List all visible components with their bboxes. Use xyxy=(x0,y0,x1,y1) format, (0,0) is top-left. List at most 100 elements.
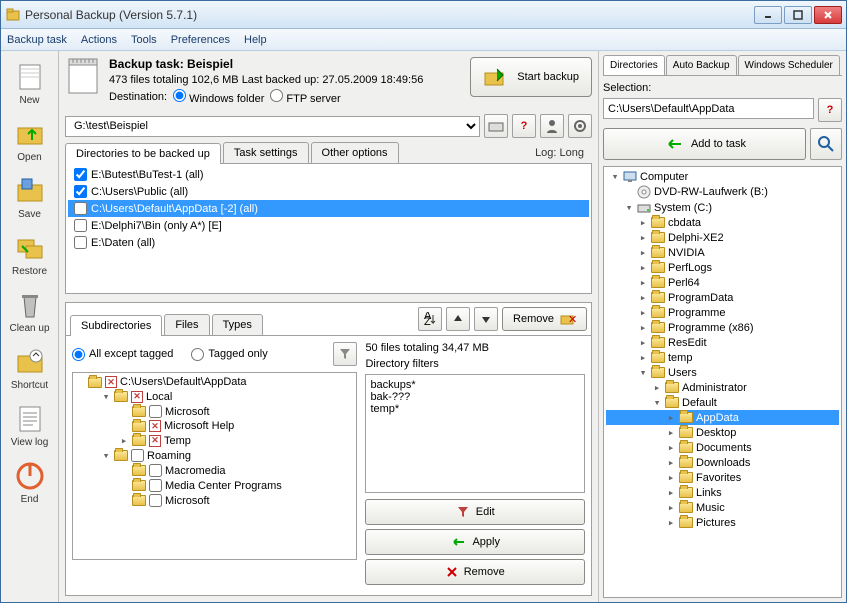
fs-node[interactable]: ▸ Programme xyxy=(606,305,839,320)
maximize-button[interactable] xyxy=(784,6,812,24)
tree-node[interactable]: Microsoft xyxy=(75,493,354,508)
menu-backup-task[interactable]: Backup task xyxy=(7,34,67,46)
fs-node[interactable]: ▸ Links xyxy=(606,485,839,500)
fs-node[interactable]: ▸ Desktop xyxy=(606,425,839,440)
fs-node[interactable]: ▸ cbdata xyxy=(606,215,839,230)
dir-checkbox[interactable] xyxy=(74,219,87,232)
sort-button[interactable]: AZ xyxy=(418,307,442,331)
fs-node[interactable]: ▾ Users xyxy=(606,365,839,380)
start-backup-button[interactable]: Start backup xyxy=(470,57,592,97)
tab-task-settings[interactable]: Task settings xyxy=(223,142,309,163)
help-path-button[interactable]: ? xyxy=(512,114,536,138)
directory-entry[interactable]: C:\Users\Public (all) xyxy=(68,183,589,200)
fs-node[interactable]: ▸ Documents xyxy=(606,440,839,455)
tab-files[interactable]: Files xyxy=(164,314,209,335)
tab-types[interactable]: Types xyxy=(212,314,263,335)
cleanup-button[interactable]: Clean up xyxy=(5,285,55,338)
menu-actions[interactable]: Actions xyxy=(81,34,117,46)
rtab-scheduler[interactable]: Windows Scheduler xyxy=(738,55,840,75)
node-checkbox[interactable] xyxy=(149,464,162,477)
down-button[interactable] xyxy=(474,307,498,331)
subdirectory-tree[interactable]: ✕ C:\Users\Default\AppData ▾ ✕ Local Mic… xyxy=(72,372,357,560)
open-button[interactable]: Open xyxy=(5,114,55,167)
save-button[interactable]: Save xyxy=(5,171,55,224)
tab-subdirectories[interactable]: Subdirectories xyxy=(70,315,162,336)
tree-node[interactable]: Media Center Programs xyxy=(75,478,354,493)
remove-filter-button[interactable]: Remove xyxy=(365,559,585,585)
filter-item[interactable]: temp* xyxy=(370,403,580,415)
fs-node[interactable]: ▸ NVIDIA xyxy=(606,245,839,260)
fs-node[interactable]: ▸ ResEdit xyxy=(606,335,839,350)
fs-node[interactable]: ▸ ProgramData xyxy=(606,290,839,305)
restore-button[interactable]: Restore xyxy=(5,228,55,281)
tree-node[interactable]: ▸ ✕ Temp xyxy=(75,433,354,448)
fs-node[interactable]: ▾ System (C:) xyxy=(606,200,839,215)
viewlog-button[interactable]: View log xyxy=(5,399,55,452)
directory-entry[interactable]: C:\Users\Default\AppData [-2] (all) xyxy=(68,200,589,217)
fs-node[interactable]: ▸ PerfLogs xyxy=(606,260,839,275)
fs-node[interactable]: ▸ Programme (x86) xyxy=(606,320,839,335)
filter-tagged-radio[interactable]: Tagged only xyxy=(191,348,267,361)
browse-button[interactable] xyxy=(484,114,508,138)
dest-windows-radio[interactable]: Windows folder xyxy=(173,89,264,105)
tree-node[interactable]: ✕ Microsoft Help xyxy=(75,419,354,433)
tree-node[interactable]: Macromedia xyxy=(75,463,354,478)
minimize-button[interactable] xyxy=(754,6,782,24)
remove-dir-button[interactable]: Remove ✕ xyxy=(502,307,587,331)
dest-ftp-radio[interactable]: FTP server xyxy=(270,89,340,105)
filter-item[interactable]: bak-??? xyxy=(370,391,580,403)
directory-entry[interactable]: E:\Butest\BuTest-1 (all) xyxy=(68,166,589,183)
shortcut-button[interactable]: Shortcut xyxy=(5,342,55,395)
apply-filter-button[interactable]: Apply xyxy=(365,529,585,555)
fs-node[interactable]: ▾ Default xyxy=(606,395,839,410)
new-button[interactable]: New xyxy=(5,57,55,110)
fs-node[interactable]: DVD-RW-Laufwerk (B:) xyxy=(606,184,839,200)
tree-node[interactable]: ▾ ✕ Local xyxy=(75,389,354,404)
fs-node[interactable]: ▸ Downloads xyxy=(606,455,839,470)
tab-other-options[interactable]: Other options xyxy=(311,142,399,163)
node-checkbox[interactable] xyxy=(131,449,144,462)
selection-input[interactable] xyxy=(603,98,814,119)
fs-node[interactable]: ▸ Music xyxy=(606,500,839,515)
search-button[interactable] xyxy=(810,128,842,160)
directory-list[interactable]: E:\Butest\BuTest-1 (all) C:\Users\Public… xyxy=(65,164,592,294)
close-button[interactable] xyxy=(814,6,842,24)
selection-help-button[interactable]: ? xyxy=(818,98,842,122)
settings-button[interactable] xyxy=(568,114,592,138)
tab-directories[interactable]: Directories to be backed up xyxy=(65,143,221,164)
fs-node[interactable]: ▸ Perl64 xyxy=(606,275,839,290)
directory-entry[interactable]: E:\Daten (all) xyxy=(68,234,589,251)
options-button[interactable] xyxy=(540,114,564,138)
fs-node[interactable]: ▸ Pictures xyxy=(606,515,839,530)
menu-tools[interactable]: Tools xyxy=(131,34,157,46)
fs-node[interactable]: ▸ Favorites xyxy=(606,470,839,485)
tree-node[interactable]: Microsoft xyxy=(75,404,354,419)
fs-node[interactable]: ▸ temp xyxy=(606,350,839,365)
add-to-task-button[interactable]: Add to task xyxy=(603,128,806,160)
filter-help-button[interactable] xyxy=(333,342,357,366)
end-button[interactable]: End xyxy=(5,456,55,509)
filesystem-tree[interactable]: ▾ Computer DVD-RW-Laufwerk (B:)▾ System … xyxy=(603,166,842,598)
fs-node[interactable]: ▸ Delphi-XE2 xyxy=(606,230,839,245)
edit-filter-button[interactable]: Edit xyxy=(365,499,585,525)
tree-node[interactable]: ▾ Roaming xyxy=(75,448,354,463)
dir-checkbox[interactable] xyxy=(74,168,87,181)
fs-node[interactable]: ▸ AppData xyxy=(606,410,839,425)
fs-node[interactable]: ▾ Computer xyxy=(606,169,839,184)
dir-checkbox[interactable] xyxy=(74,202,87,215)
directory-entry[interactable]: E:\Delphi7\Bin (only A*) [E] xyxy=(68,217,589,234)
dir-checkbox[interactable] xyxy=(74,236,87,249)
up-button[interactable] xyxy=(446,307,470,331)
menu-preferences[interactable]: Preferences xyxy=(171,34,230,46)
filter-item[interactable]: backups* xyxy=(370,379,580,391)
node-checkbox[interactable] xyxy=(149,494,162,507)
rtab-auto-backup[interactable]: Auto Backup xyxy=(666,55,737,75)
menu-help[interactable]: Help xyxy=(244,34,267,46)
fs-node[interactable]: ▸ Administrator xyxy=(606,380,839,395)
dir-checkbox[interactable] xyxy=(74,185,87,198)
rtab-directories[interactable]: Directories xyxy=(603,55,665,75)
node-checkbox[interactable] xyxy=(149,405,162,418)
filter-list[interactable]: backups*bak-???temp* xyxy=(365,374,585,493)
filter-all-radio[interactable]: All except tagged xyxy=(72,348,173,361)
path-combo[interactable]: G:\test\Beispiel xyxy=(65,116,480,137)
